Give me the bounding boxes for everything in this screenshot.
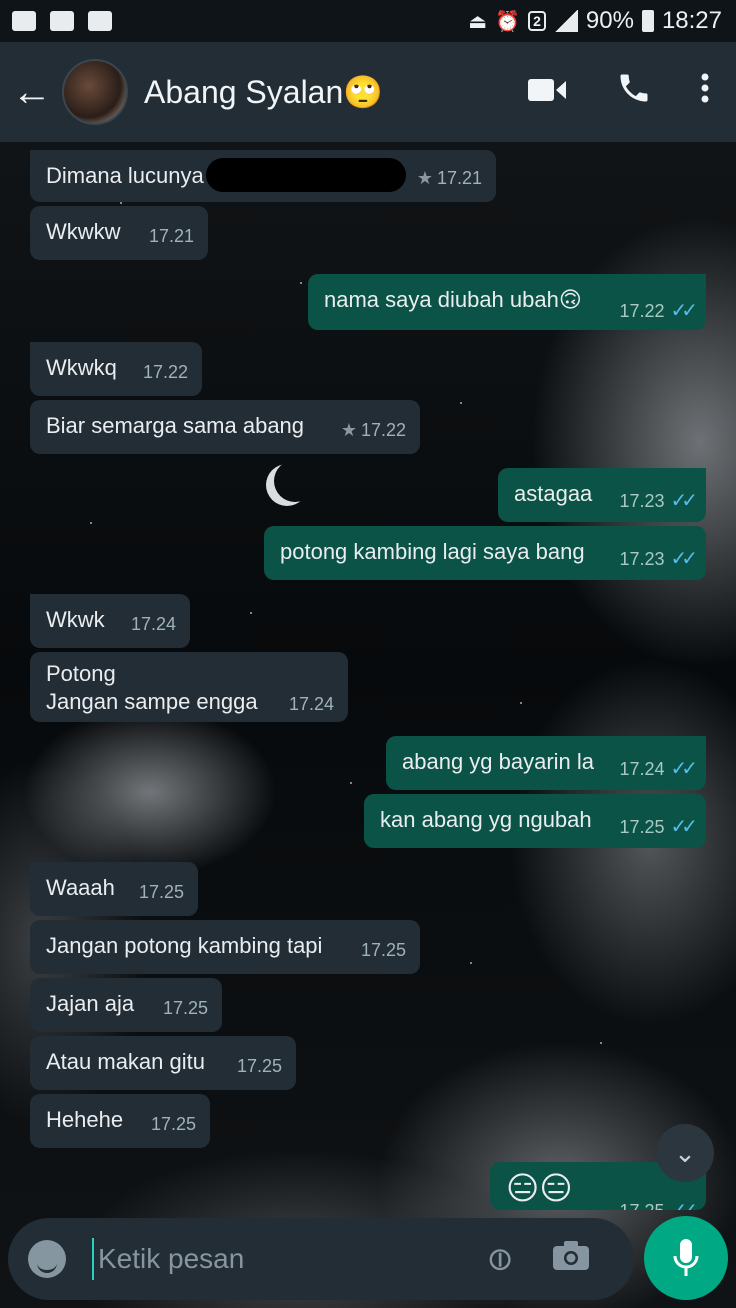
emoji-icon[interactable] <box>28 1240 66 1278</box>
arrow-left-icon[interactable]: ← <box>12 70 52 115</box>
star-icon: ★ <box>416 168 433 188</box>
message-text: abang yg bayarin la <box>402 749 595 774</box>
incoming-message[interactable]: Dimana lucunya . ★ 17.21 <box>30 150 496 202</box>
star-icon: ★ <box>340 420 357 440</box>
message-time: 17.24 <box>288 694 334 714</box>
chat-header: ← Abang Syalan🙄 <box>0 42 736 142</box>
message-time: 17.23 <box>619 549 665 569</box>
incoming-message[interactable]: Biar semarga sama abang ★ 17.22 <box>30 400 420 454</box>
message-time: 17.25 <box>360 940 406 960</box>
camera-icon[interactable] <box>552 1240 589 1278</box>
incoming-message[interactable]: Wkwkq 17.22 <box>30 342 202 396</box>
message-composer: ⊘ <box>8 1218 634 1300</box>
read-ticks-icon: ✓✓ <box>670 548 697 570</box>
message-time: 17.24 <box>619 759 665 779</box>
message-text: Potong Jangan sampe engga <box>46 661 258 714</box>
incoming-message[interactable]: Jangan potong kambing tapi 17.25 <box>30 920 420 974</box>
message-text: Wkwkw <box>46 219 121 244</box>
battery-percent: 90% <box>585 7 634 34</box>
video-notification-icon <box>88 11 112 31</box>
message-notification-icon <box>12 11 36 31</box>
incoming-message[interactable]: Hehehe 17.25 <box>30 1094 210 1148</box>
vibrate-icon: ⏏ <box>468 10 488 33</box>
video-call-icon[interactable] <box>528 73 568 112</box>
message-time: 17.25 <box>162 998 208 1018</box>
message-text: Jangan potong kambing tapi <box>46 933 323 958</box>
message-text: Dimana lucunya . <box>46 163 216 188</box>
incoming-message[interactable]: Atau makan gitu 17.25 <box>30 1036 296 1090</box>
message-time: 17.23 <box>619 491 665 511</box>
message-time: 17.25 <box>619 817 665 837</box>
status-bar: ⏏ ⏰ 2 90% 18:27 <box>0 0 736 42</box>
avatar[interactable] <box>62 59 128 125</box>
clock: 18:27 <box>661 7 722 34</box>
read-ticks-icon: ✓✓ <box>670 816 697 838</box>
message-time: 17.25 <box>236 1056 282 1076</box>
alarm-icon: ⏰ <box>495 10 521 33</box>
more-vert-icon[interactable] <box>700 72 710 113</box>
message-text: Biar semarga sama abang <box>46 413 305 438</box>
message-text: astagaa <box>514 481 593 506</box>
mic-icon[interactable] <box>644 1216 728 1300</box>
paperclip-icon[interactable]: ⊘ <box>476 1236 522 1282</box>
message-text: Jajan aja <box>46 991 135 1016</box>
incoming-message[interactable]: Wkwkw 17.21 <box>30 206 208 260</box>
message-text: kan abang yg ngubah <box>380 807 592 832</box>
outgoing-message[interactable]: kan abang yg ngubah 17.25 ✓✓ <box>364 794 706 848</box>
message-text: nama saya diubah ubah🙃 <box>324 287 582 312</box>
contact-name[interactable]: Abang Syalan🙄 <box>144 73 383 111</box>
message-text: Atau makan gitu <box>46 1049 205 1074</box>
signal-icon <box>553 10 578 32</box>
redaction-mark <box>206 158 406 192</box>
message-time: 17.21 <box>148 226 194 246</box>
incoming-message[interactable]: Potong Jangan sampe engga 17.24 <box>30 652 348 722</box>
message-time: 17.25 <box>138 882 184 902</box>
incoming-message[interactable]: Waaah 17.25 <box>30 862 198 916</box>
sim-badge: 2 <box>528 11 546 31</box>
image-notification-icon <box>50 11 74 31</box>
read-ticks-icon: ✓✓ <box>670 490 697 512</box>
battery-icon <box>641 10 654 32</box>
message-text: potong kambing lagi saya bang <box>280 539 585 564</box>
message-text: 😑😑 <box>506 1170 573 1206</box>
moon-image <box>266 464 308 506</box>
message-time: 17.22 <box>360 420 406 440</box>
message-time: 17.25 <box>150 1114 196 1134</box>
message-time: 17.25 <box>619 1201 664 1210</box>
read-ticks-icon: ✓✓ <box>670 300 697 322</box>
incoming-message[interactable]: Jajan aja 17.25 <box>30 978 222 1032</box>
message-time: 17.22 <box>619 301 665 321</box>
phone-icon[interactable] <box>616 70 652 115</box>
incoming-message[interactable]: Wkwk 17.24 <box>30 594 190 648</box>
read-ticks-icon: ✓✓ <box>670 758 697 780</box>
message-input[interactable] <box>92 1238 460 1280</box>
read-ticks-icon: ✓✓ <box>670 1200 697 1210</box>
outgoing-message[interactable]: abang yg bayarin la 17.24 ✓✓ <box>386 736 706 790</box>
message-text: Wkwkq <box>46 355 117 380</box>
chevron-double-down-icon[interactable]: ⌄ <box>656 1124 714 1182</box>
message-text: Waaah <box>46 875 115 900</box>
message-time: 17.22 <box>142 362 188 382</box>
message-text: Hehehe <box>46 1107 124 1132</box>
outgoing-message[interactable]: potong kambing lagi saya bang 17.23 ✓✓ <box>264 526 706 580</box>
outgoing-message[interactable]: astagaa 17.23 ✓✓ <box>498 468 706 522</box>
message-time: 17.24 <box>130 614 176 634</box>
outgoing-message[interactable]: nama saya diubah ubah🙃 17.22 ✓✓ <box>308 274 706 330</box>
message-text: Wkwk <box>46 607 105 632</box>
message-time: 17.21 <box>436 168 482 188</box>
